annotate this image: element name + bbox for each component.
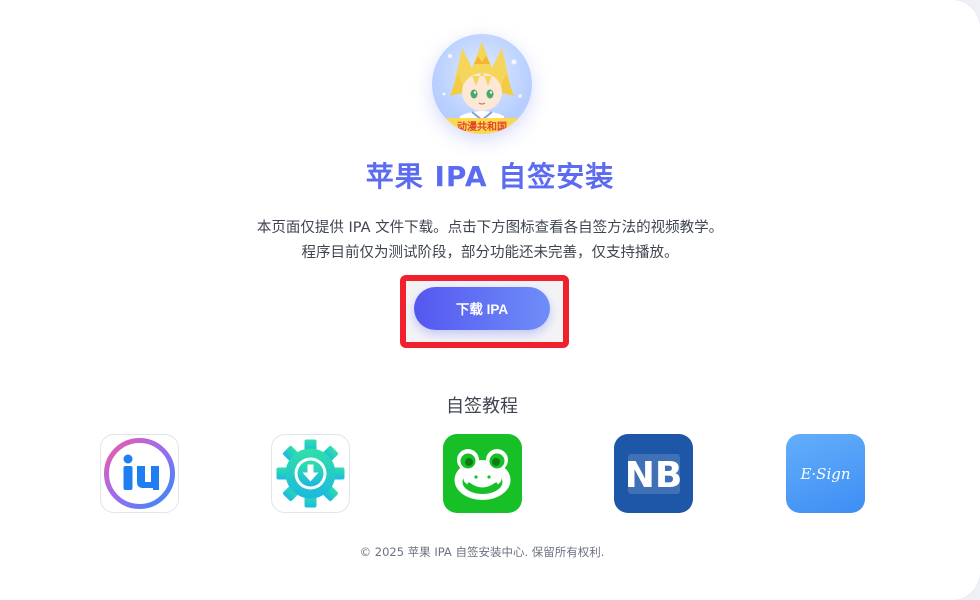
tutorials-section-title: 自签教程 [446, 396, 518, 417]
esign-icon: E·Sign [799, 465, 850, 483]
avatar-caption: 动漫共和国 [457, 120, 507, 133]
avatar: 动漫共和国 [432, 34, 532, 134]
nb-icon: NB [625, 454, 683, 496]
tutorial-app-download-gear[interactable] [271, 434, 350, 513]
page-title: 苹果 IPA 自签安装 [365, 160, 615, 193]
description-line-1: 本页面仅提供 IPA 文件下载。点击下方图标查看各自签方法的视频教学。 [256, 220, 724, 236]
i4-icon [104, 438, 175, 509]
download-gear-icon [276, 439, 345, 508]
tutorial-app-esign[interactable]: E·Sign [786, 434, 865, 513]
esign-icon-text: E·Sign [799, 465, 850, 483]
page-card: 动漫共和国 苹果 IPA 自签安装 本页面仅提供 IPA 文件下载。点击下方图标… [0, 0, 980, 600]
footer-copyright: © 2025 苹果 IPA 自签安装中心. 保留所有权利. [359, 545, 605, 559]
frog-icon [454, 449, 511, 500]
anime-avatar-image: 动漫共和国 [432, 42, 532, 134]
tutorial-app-i4[interactable] [100, 434, 179, 513]
download-ipa-button[interactable]: 下载 IPA [414, 287, 550, 330]
tutorial-app-frog[interactable] [443, 434, 522, 513]
nb-icon-text: NB [625, 455, 683, 496]
description-line-2: 程序目前仅为测试阶段，部分功能还未完善，仅支持播放。 [301, 245, 679, 261]
tutorial-app-nb[interactable]: NB [614, 434, 693, 513]
